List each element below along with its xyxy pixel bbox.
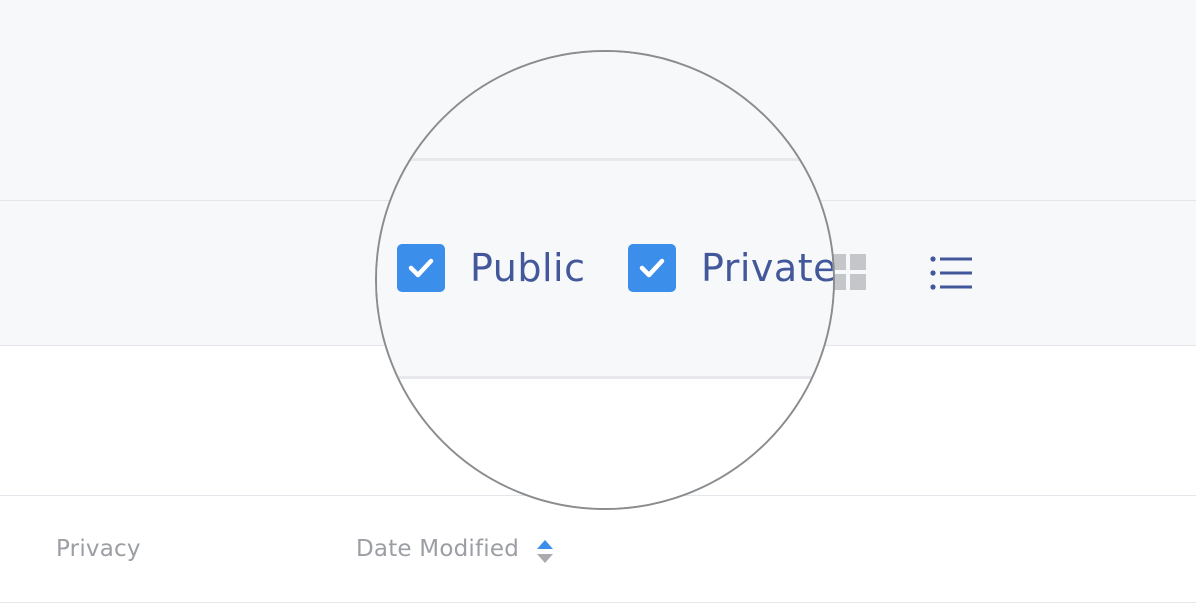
checkmark-icon: [639, 258, 665, 278]
column-header-date-modified[interactable]: Date Modified: [356, 536, 519, 562]
table-header: Privacy Date Modified: [0, 495, 1196, 603]
public-checkbox[interactable]: [397, 244, 445, 292]
magnifier-lens: Public Private: [375, 50, 835, 510]
public-filter[interactable]: Public: [397, 244, 585, 292]
sort-arrows-icon[interactable]: [536, 540, 554, 566]
private-filter[interactable]: Private: [628, 244, 835, 292]
private-checkbox[interactable]: [628, 244, 676, 292]
magnified-content-area: [377, 379, 833, 508]
grid-view-icon[interactable]: [830, 254, 866, 290]
magnified-header-area: [377, 52, 833, 160]
public-label: Public: [470, 246, 586, 290]
column-header-privacy[interactable]: Privacy: [56, 536, 141, 562]
list-view-icon[interactable]: [928, 254, 974, 292]
checkmark-icon: [408, 258, 434, 278]
private-label: Private: [701, 246, 835, 290]
